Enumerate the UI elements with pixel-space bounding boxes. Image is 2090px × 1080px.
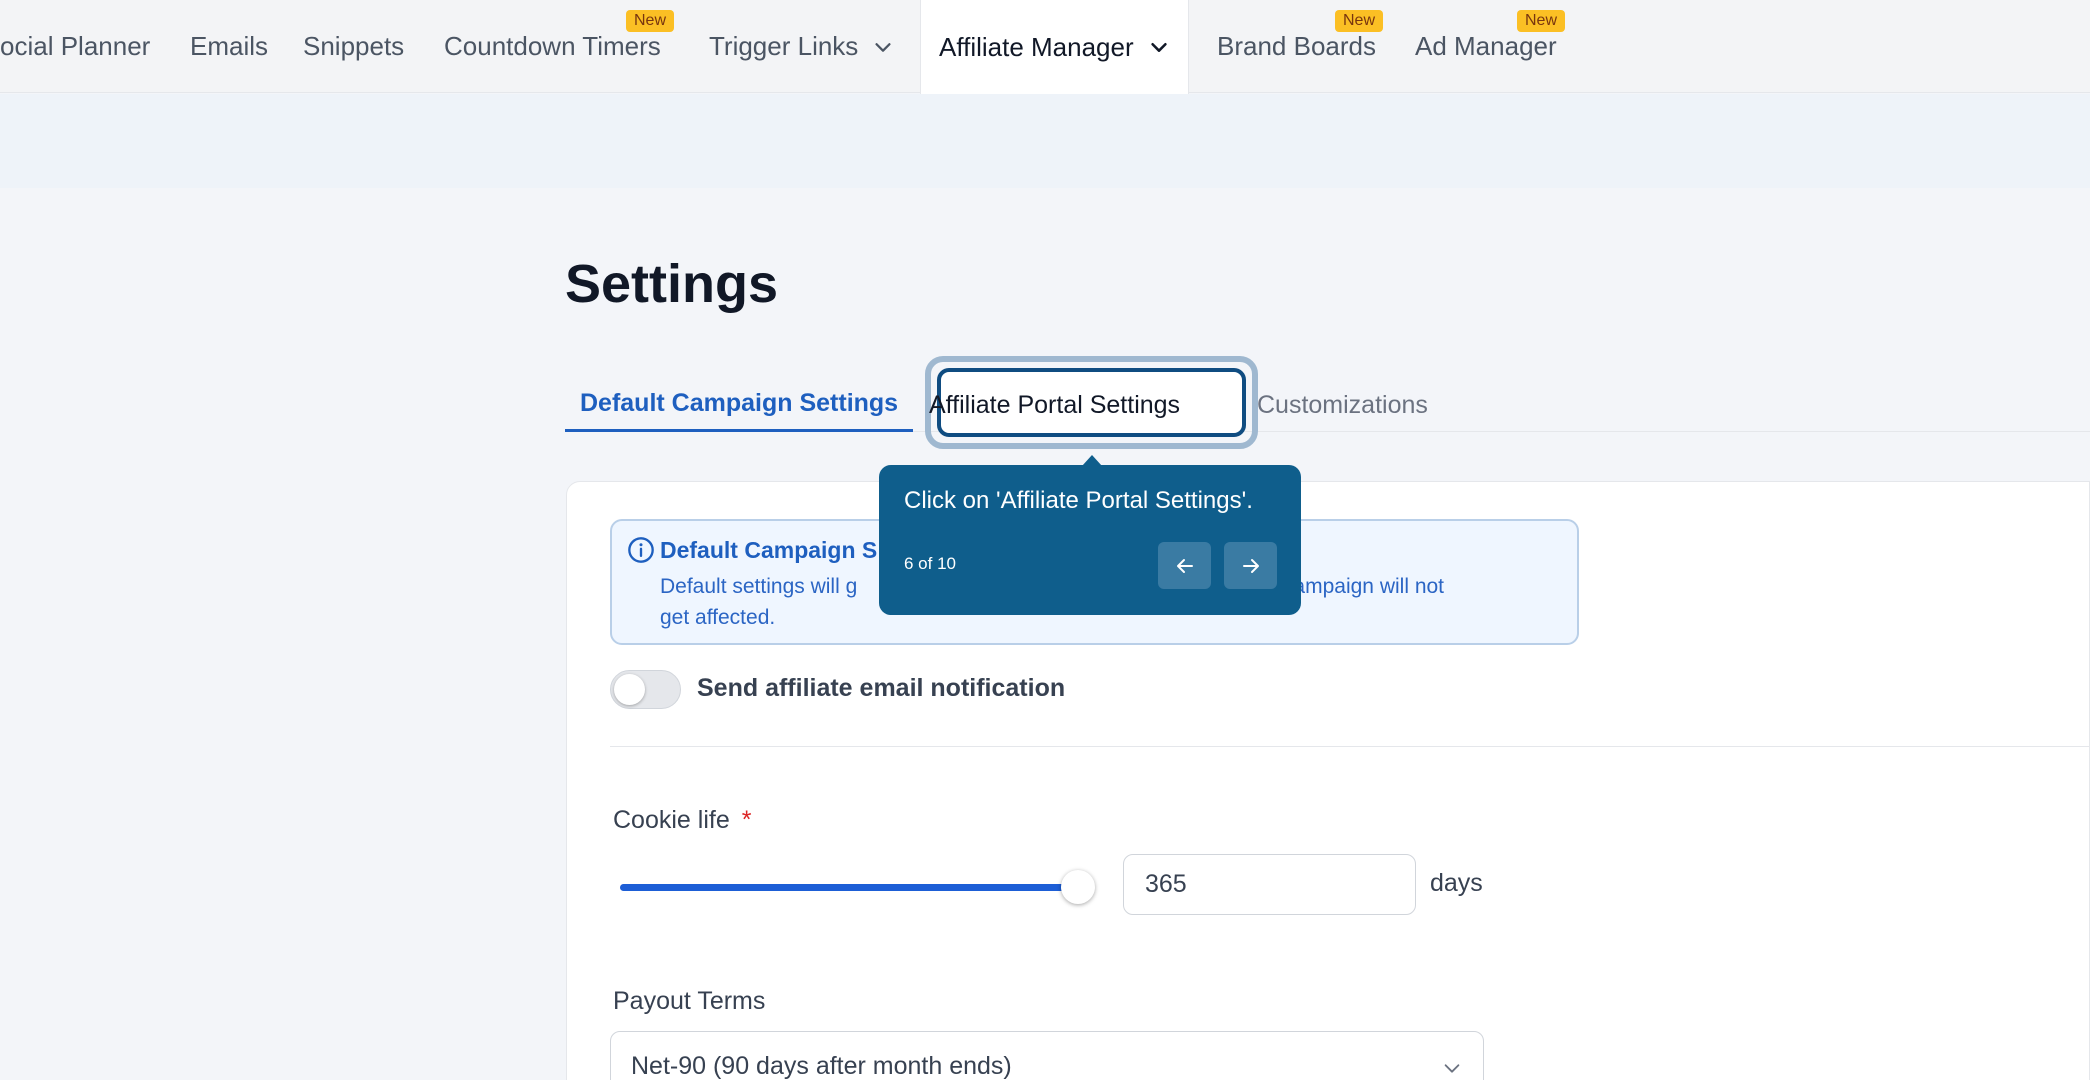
- tooltip-next-button[interactable]: [1224, 542, 1277, 589]
- new-badge: New: [626, 10, 675, 32]
- chevron-down-icon: [1444, 1064, 1460, 1073]
- cookie-life-slider[interactable]: [620, 870, 1095, 904]
- nav-item-emails[interactable]: Emails: [190, 0, 268, 93]
- nav-label: Countdown Timers: [444, 31, 661, 61]
- nav-item-social-planner[interactable]: ocial Planner: [0, 0, 150, 93]
- new-badge: New: [1517, 10, 1566, 32]
- payout-terms-value: Net-90 (90 days after month ends): [631, 1052, 1012, 1080]
- cookie-life-input[interactable]: [1123, 854, 1416, 915]
- cookie-life-unit: days: [1430, 869, 1483, 897]
- cookie-life-label: Cookie life *: [613, 806, 751, 835]
- new-badge: New: [1335, 10, 1384, 32]
- tooltip-prev-button[interactable]: [1158, 542, 1211, 589]
- tab-default-campaign-settings[interactable]: Default Campaign Settings: [565, 378, 914, 432]
- info-text-line1-tail: Campaign will not: [1278, 575, 1445, 598]
- walkthrough-tooltip: Click on 'Affiliate Portal Settings'. 6 …: [879, 465, 1301, 615]
- top-navigation: ocial Planner Emails Snippets Countdown …: [0, 0, 2090, 94]
- divider: [610, 746, 2090, 747]
- info-text-line2: get affected.: [660, 606, 776, 629]
- settings-tabs: Default Campaign Settings Affiliate Port…: [565, 378, 2090, 432]
- nav-item-trigger-links[interactable]: Trigger Links: [709, 0, 894, 93]
- nav-label: ocial Planner: [0, 31, 151, 61]
- payout-terms-label: Payout Terms: [613, 987, 766, 1015]
- nav-label: Trigger Links: [709, 31, 859, 61]
- arrow-left-icon: [1176, 558, 1193, 573]
- toggle-knob: [614, 674, 645, 705]
- chevron-down-icon: [1150, 42, 1167, 52]
- payout-terms-select[interactable]: Net-90 (90 days after month ends): [610, 1031, 1484, 1080]
- header-band: [0, 94, 2090, 188]
- info-icon: [628, 537, 654, 563]
- email-notification-label: Send affiliate email notification: [697, 674, 1066, 702]
- tab-affiliate-portal-settings[interactable]: Affiliate Portal Settings: [929, 378, 1180, 432]
- tooltip-text: Click on 'Affiliate Portal Settings'.: [904, 487, 1253, 514]
- nav-label: Brand Boards: [1217, 31, 1376, 61]
- chevron-down-icon: [875, 42, 891, 52]
- nav-label: Ad Manager: [1415, 31, 1557, 61]
- nav-label: Emails: [190, 31, 269, 61]
- tooltip-step-counter: 6 of 10: [904, 554, 956, 573]
- info-text-line1: Default settings will g: [660, 575, 858, 598]
- nav-item-affiliate-manager[interactable]: Affiliate Manager: [920, 0, 1189, 94]
- tab-customizations[interactable]: Customizations: [1257, 378, 1428, 432]
- page-title: Settings: [565, 254, 779, 314]
- slider-fill: [620, 884, 1078, 891]
- arrow-right-icon: [1242, 558, 1259, 573]
- nav-item-snippets[interactable]: Snippets: [303, 0, 404, 93]
- email-notification-toggle[interactable]: [610, 670, 681, 709]
- required-marker: *: [741, 806, 752, 834]
- cookie-life-label-text: Cookie life: [613, 806, 730, 834]
- nav-label: Affiliate Manager: [939, 31, 1134, 62]
- nav-label: Snippets: [303, 31, 405, 61]
- slider-thumb[interactable]: [1061, 870, 1095, 904]
- info-title: Default Campaign S: [660, 537, 878, 563]
